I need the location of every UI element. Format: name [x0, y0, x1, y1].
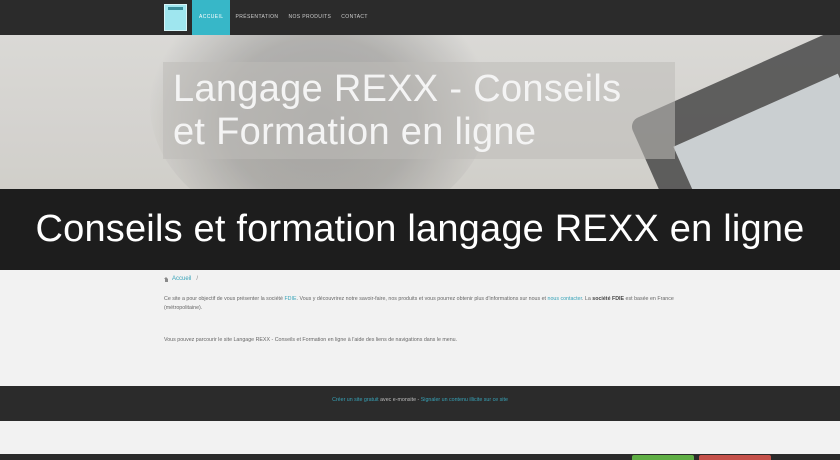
intro-text-2: . Vous y découvrirez notre savoir-faire,… — [296, 296, 548, 302]
nav-item-contact[interactable]: CONTACT — [336, 0, 373, 35]
home-icon — [164, 276, 169, 282]
logo-mark — [168, 7, 183, 10]
footer-emonsite-text: avec e-monsite — [378, 397, 417, 403]
site-logo[interactable] — [164, 4, 187, 31]
bottom-green-button[interactable] — [632, 455, 694, 460]
report-content-link[interactable]: Signaler un contenu illicite sur ce site — [421, 397, 508, 403]
overlay-caption: Conseils et formation langage REXX en li… — [0, 189, 840, 270]
nav-item-accueil[interactable]: ACCUEIL — [192, 0, 231, 35]
create-site-link[interactable]: Créer un site gratuit — [332, 397, 379, 403]
company-name-bold: société FDIE — [592, 296, 625, 302]
intro-paragraph: Ce site a pour objectif de vous présente… — [164, 295, 694, 313]
hero-title-line-2: et Formation en ligne — [173, 111, 537, 153]
contact-link[interactable]: nous contacter — [548, 296, 582, 302]
intro-text-3: . La — [581, 296, 593, 302]
breadcrumb-separator: / — [196, 276, 199, 282]
top-navbar: ACCUEIL PRÉSENTATION NOS PRODUITS CONTAC… — [0, 0, 840, 35]
main-content: Accueil / Ce site a pour objectif de vou… — [0, 270, 840, 386]
navigation-paragraph: Vous pouvez parcourir le site Langage RE… — [164, 337, 458, 343]
nav-item-presentation[interactable]: PRÉSENTATION — [230, 0, 283, 35]
intro-text-1: Ce site a pour objectif de vous présente… — [164, 296, 285, 302]
company-link[interactable]: FDIE — [284, 296, 296, 302]
nav-item-nos-produits[interactable]: NOS PRODUITS — [283, 0, 336, 35]
bottom-red-button[interactable] — [699, 455, 771, 460]
breadcrumb: Accueil / — [164, 276, 198, 282]
hero-title-line-1: Langage REXX - Conseils — [173, 68, 622, 110]
hero-title: Langage REXX - Conseils et Formation en … — [163, 62, 675, 159]
breadcrumb-home-link[interactable]: Accueil — [172, 276, 191, 282]
page-bottom-area — [0, 421, 840, 454]
main-nav: ACCUEIL PRÉSENTATION NOS PRODUITS CONTAC… — [192, 0, 373, 35]
footer: Créer un site gratuit avec e-monsite - S… — [0, 386, 840, 421]
